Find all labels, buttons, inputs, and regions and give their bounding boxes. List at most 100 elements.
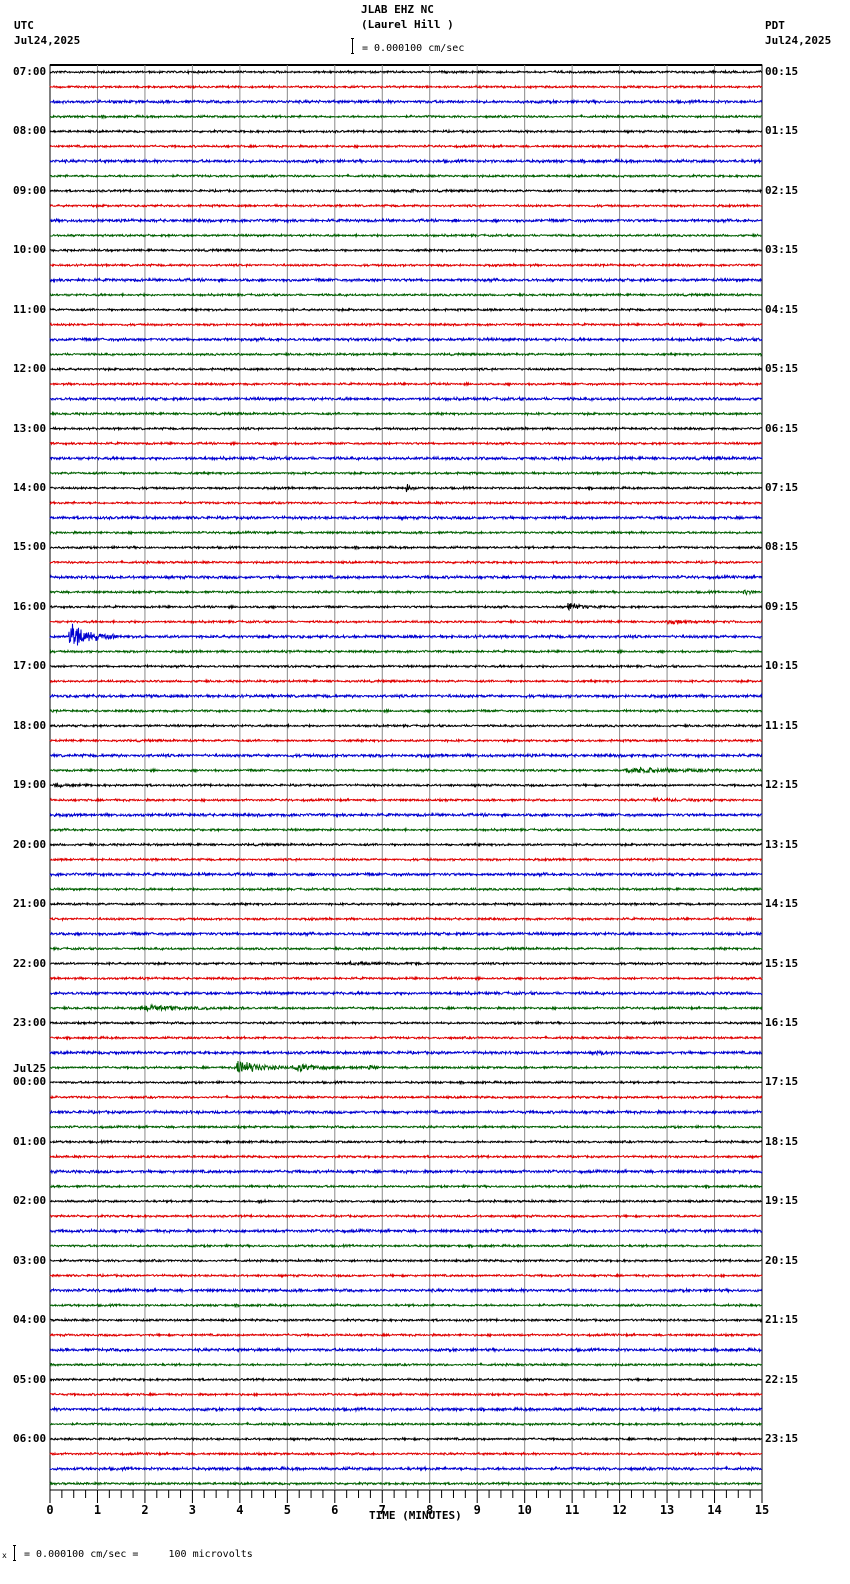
seismic-trace bbox=[49, 217, 763, 225]
pdt-hour-label: 08:15 bbox=[765, 540, 799, 554]
x-axis-label: TIME (MINUTES) bbox=[369, 1509, 462, 1522]
seismic-trace bbox=[49, 959, 763, 967]
seismic-trace bbox=[49, 351, 763, 358]
seismic-trace bbox=[49, 559, 763, 566]
seismic-trace bbox=[49, 544, 763, 551]
seismic-trace bbox=[49, 69, 763, 76]
utc-hour-label: 04:00 bbox=[13, 1313, 47, 1327]
pdt-hour-label: 12:15 bbox=[765, 778, 799, 792]
pdt-hour-label: 13:15 bbox=[765, 837, 799, 851]
pdt-hour-label: 18:15 bbox=[765, 1134, 799, 1148]
seismic-trace bbox=[49, 618, 763, 626]
seismic-trace bbox=[49, 871, 763, 878]
pdt-hour-label: 20:15 bbox=[765, 1253, 799, 1267]
utc-hour-label: 21:00 bbox=[13, 897, 47, 911]
seismic-trace bbox=[49, 1465, 763, 1473]
seismic-trace bbox=[49, 811, 763, 819]
seismic-trace bbox=[49, 1361, 763, 1368]
x-tick-label: 3 bbox=[189, 1503, 196, 1517]
seismic-trace bbox=[49, 678, 763, 685]
seismic-trace bbox=[49, 1002, 763, 1013]
seismic-trace bbox=[49, 336, 763, 343]
pdt-hour-label: 07:15 bbox=[765, 481, 799, 495]
seismic-trace bbox=[49, 648, 763, 655]
seismic-trace bbox=[49, 529, 763, 536]
seismic-trace bbox=[49, 247, 763, 254]
seismic-trace bbox=[49, 1153, 763, 1160]
x-tick-label: 1 bbox=[94, 1503, 101, 1517]
utc-hour-label: 05:00 bbox=[13, 1372, 47, 1386]
seismic-trace bbox=[49, 1257, 763, 1264]
seismic-trace bbox=[49, 1049, 763, 1057]
utc-hour-label: 22:00 bbox=[13, 956, 47, 970]
seismic-trace bbox=[49, 514, 763, 522]
seismic-trace bbox=[49, 1317, 763, 1323]
seismic-trace bbox=[49, 1060, 763, 1073]
seismic-trace bbox=[49, 930, 763, 938]
seismic-trace bbox=[49, 381, 763, 388]
seismic-trace bbox=[49, 975, 763, 982]
seismic-trace bbox=[49, 202, 763, 209]
seismic-trace bbox=[49, 291, 763, 298]
utc-hour-label: 00:00 bbox=[13, 1075, 47, 1089]
seismic-trace bbox=[49, 484, 763, 493]
pdt-hour-label: 23:15 bbox=[765, 1432, 799, 1445]
seismic-trace bbox=[49, 172, 763, 179]
footer-mark: x bbox=[2, 1551, 7, 1560]
pdt-hour-label: 02:15 bbox=[765, 183, 799, 197]
utc-hour-label: 17:00 bbox=[13, 659, 47, 673]
seismic-trace bbox=[49, 737, 763, 744]
seismic-trace bbox=[49, 692, 763, 700]
seismic-trace bbox=[49, 1480, 763, 1487]
seismic-trace bbox=[49, 1020, 763, 1026]
seismic-trace bbox=[49, 663, 763, 670]
footer-scale-text: = 0.000100 cm/sec = 100 microvolts bbox=[24, 1549, 253, 1560]
seismic-trace bbox=[49, 1332, 763, 1338]
pdt-hour-label: 10:15 bbox=[765, 659, 799, 673]
seismic-trace bbox=[49, 1405, 763, 1413]
seismic-trace bbox=[49, 1168, 763, 1175]
utc-hour-label: 18:00 bbox=[13, 718, 47, 732]
seismic-trace bbox=[49, 143, 762, 150]
pdt-hour-label: 04:15 bbox=[765, 302, 799, 316]
x-tick-label: 11 bbox=[565, 1503, 579, 1517]
seismic-trace bbox=[49, 410, 763, 417]
pdt-hour-label: 01:15 bbox=[765, 124, 799, 138]
seismic-trace bbox=[49, 425, 763, 432]
seismic-trace bbox=[49, 1421, 763, 1427]
pdt-hour-label: 05:15 bbox=[765, 362, 799, 376]
x-tick-label: 0 bbox=[46, 1503, 53, 1517]
pdt-hour-label: 19:15 bbox=[765, 1194, 799, 1208]
seismic-trace bbox=[49, 128, 763, 135]
x-tick-label: 6 bbox=[331, 1503, 338, 1517]
x-tick-label: 15 bbox=[755, 1503, 769, 1517]
pdt-hour-label: 22:15 bbox=[765, 1372, 799, 1386]
utc-hour-label: 23:00 bbox=[13, 1015, 47, 1029]
x-tick-label: 9 bbox=[474, 1503, 481, 1517]
seismic-trace bbox=[49, 796, 763, 803]
seismic-trace bbox=[49, 276, 763, 284]
pdt-hour-label: 00:15 bbox=[765, 65, 799, 78]
utc-hour-label: 10:00 bbox=[13, 243, 47, 257]
utc-hour-label: 01:00 bbox=[13, 1134, 47, 1148]
utc-hour-label: 14:00 bbox=[13, 481, 47, 495]
x-tick-label: 5 bbox=[284, 1503, 291, 1517]
seismic-trace bbox=[49, 1272, 763, 1279]
utc-hour-label: 13:00 bbox=[13, 421, 47, 435]
seismic-trace bbox=[49, 157, 763, 165]
seismic-trace bbox=[49, 83, 763, 90]
x-tick-label: 13 bbox=[660, 1503, 674, 1517]
seismic-trace bbox=[49, 826, 763, 833]
seismic-trace bbox=[49, 1287, 763, 1294]
seismic-trace bbox=[49, 1436, 763, 1442]
pdt-hour-label: 03:15 bbox=[765, 243, 799, 257]
seismic-trace bbox=[49, 395, 763, 403]
seismic-trace bbox=[49, 766, 763, 775]
footer-scale-bar-icon bbox=[13, 1545, 16, 1561]
utc-hour-label: 15:00 bbox=[13, 540, 47, 554]
date-change-label: Jul25 bbox=[13, 1062, 47, 1076]
pdt-hour-label: 06:15 bbox=[765, 421, 799, 435]
seismic-trace bbox=[49, 1242, 763, 1250]
seismic-trace bbox=[49, 1183, 763, 1190]
seismic-trace bbox=[49, 232, 763, 239]
